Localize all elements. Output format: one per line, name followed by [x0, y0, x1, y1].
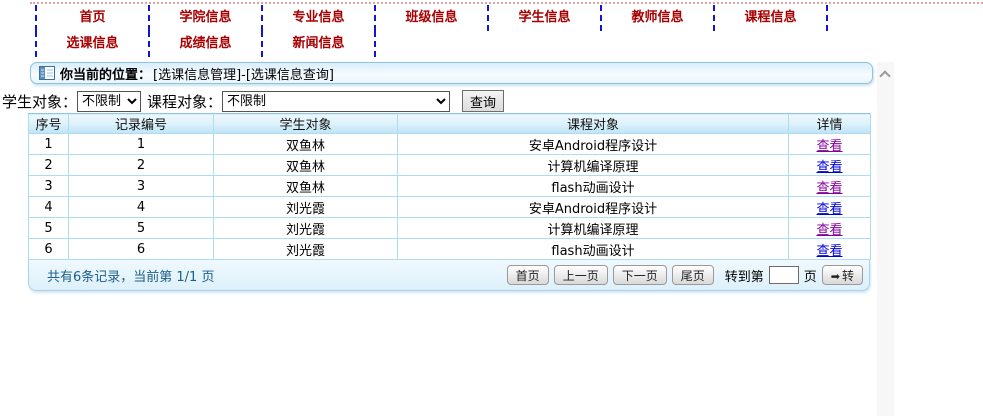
header-detail: 详情: [788, 113, 871, 134]
table-row: 5 5 刘光霞 计算机编译原理 查看: [28, 217, 871, 239]
nav-item-student-info[interactable]: 学生信息: [487, 5, 600, 31]
cell-record-id: 4: [68, 196, 214, 218]
cell-detail: 查看: [788, 154, 871, 176]
cell-detail: 查看: [788, 238, 871, 260]
header-course: 课程对象: [397, 113, 789, 134]
cell-index: 2: [28, 154, 69, 176]
records-table: 序号 记录编号 学生对象 课程对象 详情 1 1 双鱼林 安卓Android程序…: [28, 113, 871, 260]
table-row: 1 1 双鱼林 安卓Android程序设计 查看: [28, 133, 871, 155]
breadcrumb-path: [选课信息管理]-[选课信息查询]: [153, 67, 334, 83]
prev-page-button[interactable]: 上一页: [553, 265, 608, 285]
table-body: 1 1 双鱼林 安卓Android程序设计 查看 2 2 双鱼林 计算机编译原理…: [28, 133, 871, 260]
first-page-button[interactable]: 首页: [506, 265, 549, 285]
top-dotted-divider: [30, 2, 983, 4]
cell-record-id: 3: [68, 175, 214, 197]
cell-course: 计算机编译原理: [397, 217, 789, 239]
goto-page-suffix: 页: [803, 269, 817, 285]
next-page-button[interactable]: 下一页: [612, 265, 667, 285]
cell-record-id: 5: [68, 217, 214, 239]
table-header-row: 序号 记录编号 学生对象 课程对象 详情: [28, 113, 871, 134]
view-link[interactable]: 查看: [816, 202, 842, 217]
nav-item-home[interactable]: 首页: [35, 5, 148, 31]
nav-divider: [374, 31, 376, 57]
cell-index: 3: [28, 175, 69, 197]
go-button[interactable]: ➡ 转: [821, 265, 863, 285]
nav-item-major-info[interactable]: 专业信息: [261, 5, 374, 31]
filter-row: 学生对象： 不限制 课程对象： 不限制 查询: [2, 89, 505, 113]
cell-detail: 查看: [788, 196, 871, 218]
last-page-button[interactable]: 尾页: [671, 265, 714, 285]
cell-student: 刘光霞: [213, 196, 398, 218]
student-filter-label: 学生对象：: [2, 92, 78, 111]
pager-controls: 首页 上一页 下一页 尾页 转到第 页 ➡ 转: [506, 265, 863, 285]
location-icon: [39, 66, 55, 80]
view-link[interactable]: 查看: [816, 223, 842, 238]
goto-page-input[interactable]: [768, 266, 799, 284]
nav-item-college-info[interactable]: 学院信息: [148, 5, 261, 31]
course-filter-select[interactable]: 不限制: [222, 90, 451, 112]
query-button[interactable]: 查询: [462, 90, 505, 112]
cell-detail: 查看: [788, 217, 871, 239]
cell-course: 安卓Android程序设计: [397, 133, 789, 155]
cell-detail: 查看: [788, 175, 871, 197]
cell-course: 计算机编译原理: [397, 154, 789, 176]
cell-course: flash动画设计: [397, 175, 789, 197]
cell-course: 安卓Android程序设计: [397, 196, 789, 218]
course-filter-label: 课程对象：: [147, 92, 223, 111]
view-link[interactable]: 查看: [816, 181, 842, 196]
nav-item-news-info[interactable]: 新闻信息: [261, 31, 374, 57]
main-nav-row-2: 选课信息 成绩信息 新闻信息: [35, 31, 376, 57]
nav-item-class-info[interactable]: 班级信息: [374, 5, 487, 31]
view-link[interactable]: 查看: [816, 244, 842, 259]
cell-student: 刘光霞: [213, 217, 398, 239]
cell-student: 双鱼林: [213, 175, 398, 197]
cell-student: 双鱼林: [213, 154, 398, 176]
page: 首页 学院信息 专业信息 班级信息 学生信息 教师信息 课程信息 选课信息 成绩…: [0, 0, 983, 416]
table-row: 3 3 双鱼林 flash动画设计 查看: [28, 175, 871, 197]
header-index: 序号: [28, 113, 69, 134]
nav-item-teacher-info[interactable]: 教师信息: [600, 5, 713, 31]
cell-record-id: 2: [68, 154, 214, 176]
record-count-summary: 共有6条记录，当前第 1/1 页: [47, 269, 215, 285]
table-row: 2 2 双鱼林 计算机编译原理 查看: [28, 154, 871, 176]
cell-student: 双鱼林: [213, 133, 398, 155]
goto-page-label: 转到第: [724, 269, 764, 285]
go-arrow-icon: ➡: [830, 269, 840, 283]
nav-item-grade-info[interactable]: 成绩信息: [148, 31, 261, 57]
cell-detail: 查看: [788, 133, 871, 155]
student-filter-select[interactable]: 不限制: [77, 90, 142, 112]
go-button-label: 转: [841, 268, 854, 283]
cell-index: 1: [28, 133, 69, 155]
cell-index: 6: [28, 238, 69, 260]
breadcrumb-bar: 你当前的位置： [选课信息管理]-[选课信息查询]: [30, 62, 873, 84]
header-student: 学生对象: [213, 113, 398, 134]
cell-record-id: 1: [68, 133, 214, 155]
main-nav-row-1: 首页 学院信息 专业信息 班级信息 学生信息 教师信息 课程信息: [35, 5, 828, 31]
frame-scrollbar[interactable]: [877, 62, 894, 416]
view-link[interactable]: 查看: [816, 160, 842, 175]
header-record-id: 记录编号: [68, 113, 214, 134]
cell-student: 刘光霞: [213, 238, 398, 260]
cell-course: flash动画设计: [397, 238, 789, 260]
nav-item-course-info[interactable]: 课程信息: [713, 5, 826, 31]
table-row: 6 6 刘光霞 flash动画设计 查看: [28, 238, 871, 260]
scroll-up-icon[interactable]: [879, 70, 891, 82]
table-row: 4 4 刘光霞 安卓Android程序设计 查看: [28, 196, 871, 218]
breadcrumb-label: 你当前的位置：: [60, 67, 152, 83]
cell-index: 5: [28, 217, 69, 239]
nav-divider: [826, 5, 828, 31]
cell-record-id: 6: [68, 238, 214, 260]
nav-item-course-selection-info[interactable]: 选课信息: [35, 31, 148, 57]
pagination-bar: 共有6条记录，当前第 1/1 页 首页 上一页 下一页 尾页 转到第 页 ➡ 转: [28, 260, 870, 291]
cell-index: 4: [28, 196, 69, 218]
view-link[interactable]: 查看: [816, 139, 842, 154]
